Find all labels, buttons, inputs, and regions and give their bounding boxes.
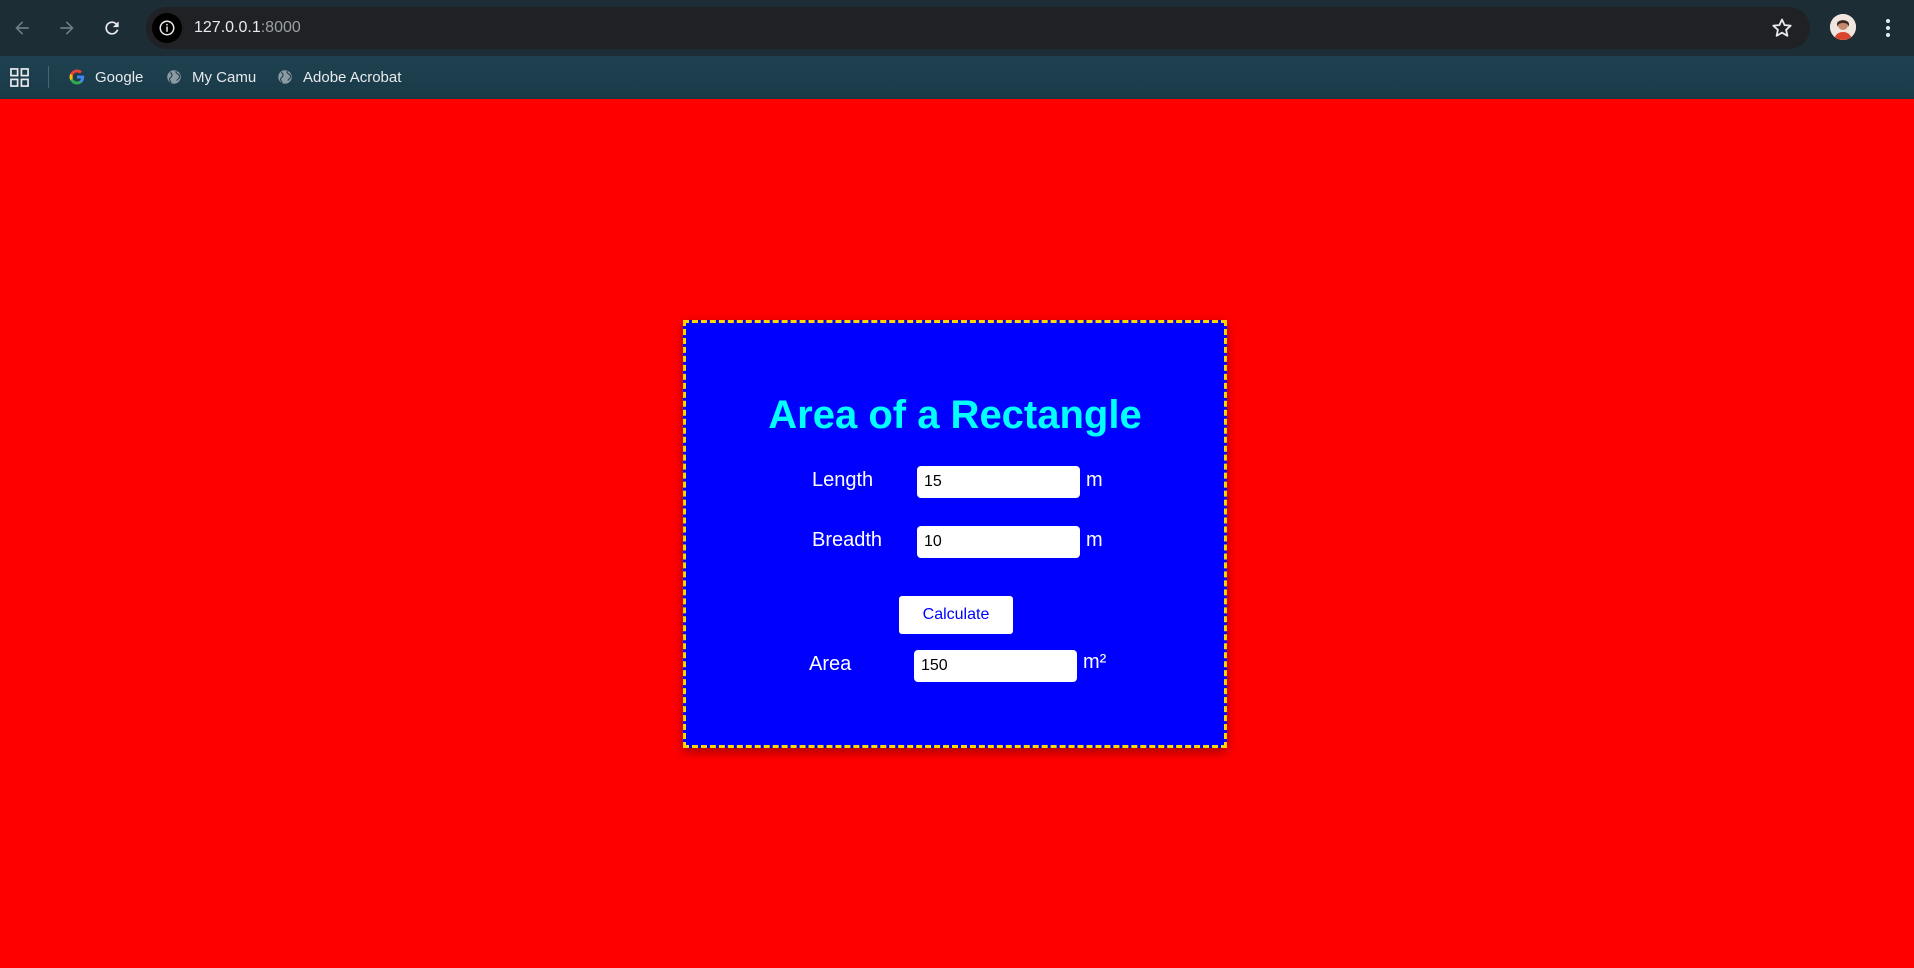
bookmark-my-camu[interactable]: My Camu xyxy=(159,64,262,90)
bookmark-google[interactable]: Google xyxy=(62,64,149,90)
arrow-right-icon xyxy=(60,21,74,35)
area-output[interactable] xyxy=(914,650,1077,682)
browser-menu-icon[interactable] xyxy=(1878,14,1898,42)
bookmark-star-icon[interactable] xyxy=(1770,16,1794,40)
breadth-input[interactable] xyxy=(917,526,1080,558)
area-calculator-card: Area of a Rectangle Length m Breadth m C… xyxy=(683,320,1227,748)
url-host: 127.0.0.1 xyxy=(194,19,261,36)
site-info-icon[interactable] xyxy=(152,13,182,43)
breadth-label: Breadth xyxy=(812,529,883,551)
browser-toolbar: 127.0.0.1:8000 xyxy=(0,0,1914,56)
apps-grid-icon[interactable] xyxy=(10,68,29,87)
area-label: Area xyxy=(809,653,852,675)
bookmark-label: Google xyxy=(95,68,144,86)
bookmark-label: My Camu xyxy=(192,68,257,86)
profile-avatar[interactable] xyxy=(1830,14,1856,40)
back-button[interactable] xyxy=(4,10,40,46)
bookmarks-bar: Google My Camu Adobe Acrobat xyxy=(0,56,1914,99)
google-icon xyxy=(69,69,85,85)
reload-icon xyxy=(105,21,119,35)
arrow-left-icon xyxy=(15,21,29,35)
url-port: :8000 xyxy=(260,19,301,36)
length-label: Length xyxy=(812,469,874,491)
address-bar[interactable]: 127.0.0.1:8000 xyxy=(146,7,1810,49)
length-input[interactable] xyxy=(917,466,1080,498)
breadth-unit: m xyxy=(1086,529,1103,551)
bookmark-label: Adobe Acrobat xyxy=(303,68,402,86)
bookmarks-separator xyxy=(48,66,49,88)
length-unit: m xyxy=(1086,469,1103,491)
area-unit: m² xyxy=(1083,651,1107,673)
reload-button[interactable] xyxy=(94,10,130,46)
globe-icon xyxy=(167,70,181,84)
globe-icon xyxy=(278,70,292,84)
calculate-button[interactable]: Calculate xyxy=(899,596,1013,634)
bookmark-adobe-acrobat[interactable]: Adobe Acrobat xyxy=(270,64,407,90)
forward-button[interactable] xyxy=(49,10,85,46)
page-title: Area of a Rectangle xyxy=(768,393,1142,437)
